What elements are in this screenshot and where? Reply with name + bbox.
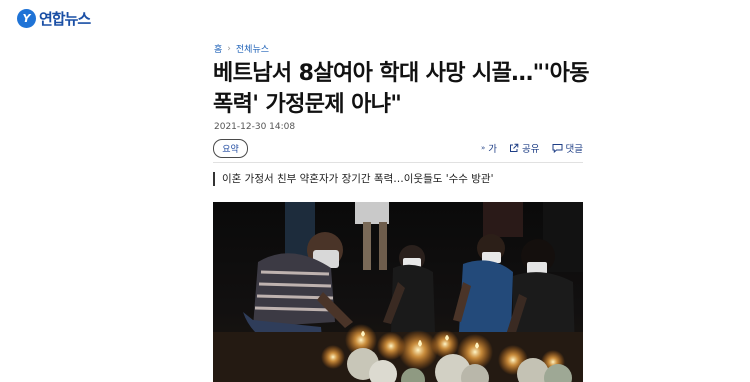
share-button[interactable]: 공유 xyxy=(509,141,540,155)
breadcrumb-section[interactable]: 전체뉴스 xyxy=(236,42,269,55)
summary-button[interactable]: 요약 xyxy=(213,139,248,158)
article-tools: » 가 공유 댓글 xyxy=(481,141,583,155)
breadcrumb: 홈 › 전체뉴스 xyxy=(214,42,269,56)
divider xyxy=(213,162,583,163)
candlelight-vigil-photo xyxy=(213,202,583,382)
article-date: 2021-12-30 14:08 xyxy=(214,122,296,132)
article-photo[interactable] xyxy=(213,202,583,382)
comment-icon xyxy=(552,144,563,153)
breadcrumb-home[interactable]: 홈 xyxy=(214,42,222,55)
font-size-label: 가 xyxy=(488,144,498,155)
share-label: 공유 xyxy=(522,144,540,155)
logo-mark-icon: Y xyxy=(17,9,36,28)
article-subtitle: 이혼 가정서 친부 약혼자가 장기간 폭력…이웃들도 '수수 방관' xyxy=(213,172,493,186)
logo-text: 연합뉴스 xyxy=(39,10,91,28)
font-size-icon: » xyxy=(480,144,486,152)
share-icon xyxy=(510,143,519,152)
font-size-button[interactable]: » 가 xyxy=(481,141,497,155)
site-logo[interactable]: Y 연합뉴스 xyxy=(17,8,91,29)
chevron-right-icon: › xyxy=(227,43,231,54)
article-title: 베트남서 8살여아 학대 사망 시끌…"'아동 폭력' 가정문제 아냐" xyxy=(213,61,590,117)
comment-button[interactable]: 댓글 xyxy=(552,141,583,155)
comment-label: 댓글 xyxy=(565,144,583,155)
